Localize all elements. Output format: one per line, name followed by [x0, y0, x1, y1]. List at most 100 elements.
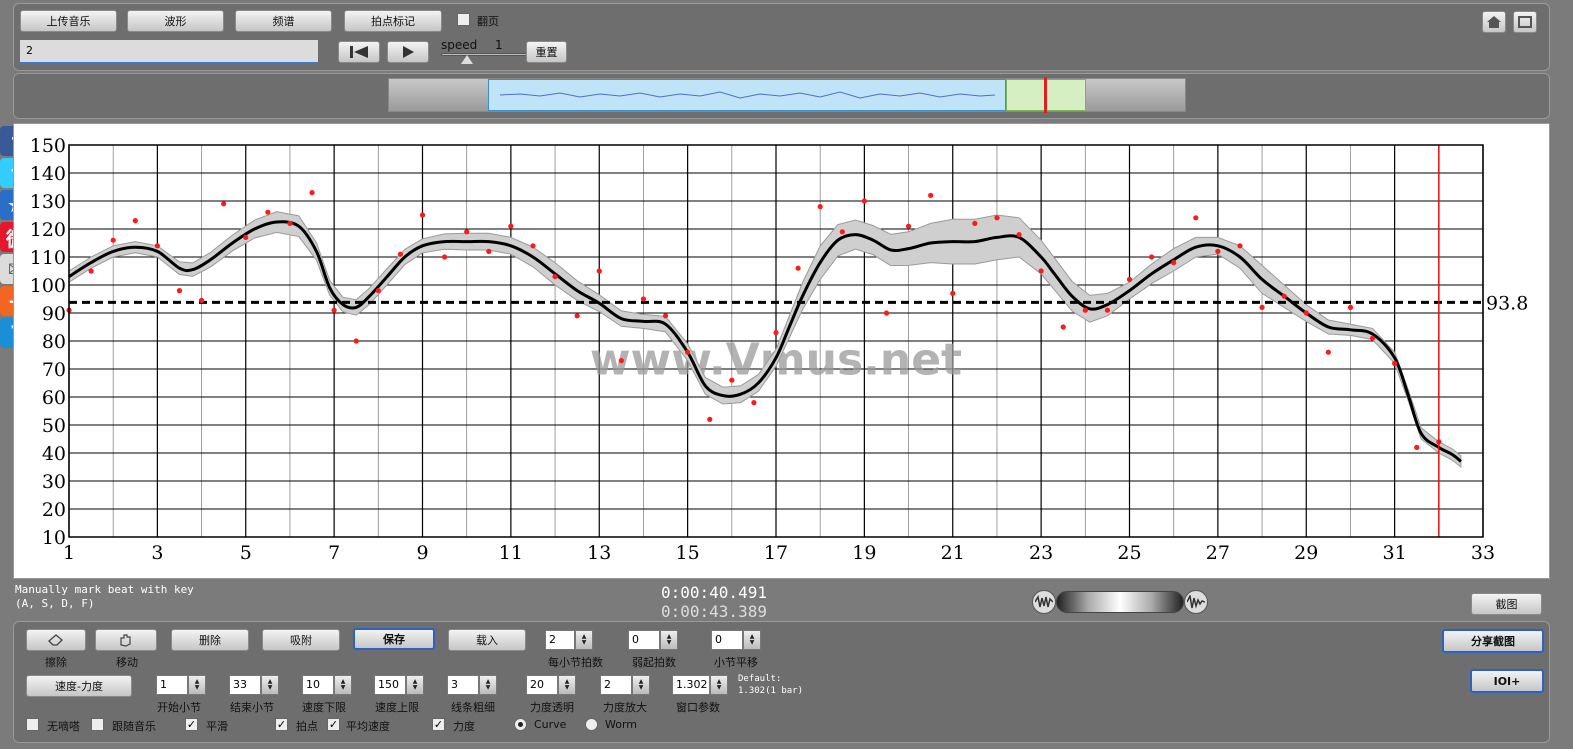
beat-point[interactable] [817, 204, 823, 210]
beat-point[interactable] [928, 192, 934, 198]
beat-point[interactable] [1325, 349, 1331, 355]
dynamics-scale-stepper[interactable]: 2 ▲ ▼ [600, 675, 650, 695]
beat-point[interactable] [1104, 307, 1111, 313]
beat-point[interactable] [839, 229, 845, 235]
beat-point[interactable] [154, 243, 160, 249]
beat-point[interactable] [1259, 304, 1265, 310]
beat-point[interactable] [198, 297, 205, 303]
home-button[interactable] [1482, 11, 1506, 33]
beat-point[interactable] [419, 212, 426, 218]
snap-button[interactable]: 吸附 [262, 629, 340, 651]
beat-point[interactable] [618, 358, 624, 364]
beat-point[interactable] [1369, 335, 1376, 341]
beats-per-bar-stepper[interactable]: 2 ▲ ▼ [545, 630, 593, 650]
beat-point[interactable] [508, 223, 514, 229]
beat-point[interactable] [397, 251, 404, 257]
reset-button[interactable]: 重置 [526, 41, 567, 63]
beat-point[interactable] [243, 234, 249, 240]
beat-point[interactable] [1060, 324, 1066, 330]
volume-slider[interactable] [1056, 591, 1184, 613]
beat-point[interactable] [905, 223, 912, 229]
speed-slider-thumb[interactable] [461, 55, 473, 64]
beat-point[interactable] [950, 290, 956, 296]
load-button[interactable]: 载入 [448, 629, 526, 651]
beat-point[interactable] [596, 268, 602, 274]
beat-point[interactable] [662, 313, 669, 319]
line-width-stepper[interactable]: 3 ▲ ▼ [447, 675, 497, 695]
beat-point[interactable] [552, 274, 558, 280]
upload-music-button[interactable]: 上传音乐 [20, 10, 117, 32]
delete-button[interactable]: 删除 [171, 629, 249, 651]
beat-point[interactable] [1038, 268, 1044, 274]
beat-point[interactable] [110, 237, 116, 243]
beat-point[interactable] [972, 220, 978, 226]
screenshot-button[interactable]: 截图 [1471, 593, 1542, 615]
pickup-beats-stepper[interactable]: 0 ▲ ▼ [628, 630, 678, 650]
beat-point[interactable] [265, 209, 271, 215]
beat-point[interactable] [1303, 310, 1309, 316]
skip-back-button[interactable] [338, 41, 380, 63]
beat-point[interactable] [486, 248, 492, 254]
beat-point[interactable] [574, 313, 580, 319]
beat-mark-button[interactable]: 拍点标记 [344, 10, 442, 32]
beat-point[interactable] [1281, 293, 1287, 299]
beat-point[interactable] [375, 288, 381, 294]
spectrum-button[interactable]: 频谱 [235, 10, 332, 32]
beat-point[interactable] [1215, 248, 1221, 254]
no-beep-checkbox[interactable] [26, 718, 39, 731]
beat-point[interactable] [751, 400, 757, 406]
beat-point[interactable] [309, 190, 315, 196]
beat-point[interactable] [1414, 444, 1420, 450]
beat-point[interactable] [1392, 360, 1398, 366]
beat-points-checkbox[interactable]: ✓ [275, 718, 288, 731]
tempo-min-stepper[interactable]: 10 ▲ ▼ [302, 675, 352, 695]
dynamics-checkbox[interactable]: ✓ [432, 718, 445, 731]
beat-point[interactable] [1126, 276, 1133, 282]
waveform-right-button[interactable] [1184, 590, 1208, 614]
waveform-button[interactable]: 波形 [127, 10, 224, 32]
beat-point[interactable] [640, 296, 647, 302]
beat-point[interactable] [773, 330, 779, 336]
smooth-checkbox[interactable]: ✓ [185, 718, 198, 731]
beat-point[interactable] [1171, 260, 1177, 266]
curve-radio[interactable] [514, 718, 527, 731]
beat-point[interactable] [132, 218, 138, 224]
beat-point[interactable] [1016, 232, 1022, 238]
beat-point[interactable] [1193, 215, 1199, 221]
beat-point[interactable] [883, 310, 890, 316]
ioi-plus-button[interactable]: IOI+ [1470, 669, 1544, 693]
beat-point[interactable] [861, 198, 867, 204]
beat-point[interactable] [685, 349, 691, 355]
beat-point[interactable] [1347, 304, 1354, 310]
overview-playhead[interactable] [1044, 77, 1047, 113]
worm-radio[interactable] [585, 718, 598, 731]
beat-point[interactable] [1082, 307, 1088, 313]
save-button[interactable]: 保存 [353, 628, 435, 650]
beat-point[interactable] [1237, 243, 1243, 249]
beat-point[interactable] [88, 268, 94, 274]
tempo-dynamics-button[interactable]: 速度-力度 [26, 675, 132, 697]
play-button[interactable] [387, 41, 429, 63]
end-bar-stepper[interactable]: 33 ▲ ▼ [229, 675, 279, 695]
beat-point[interactable] [441, 254, 448, 260]
beat-point[interactable] [530, 243, 536, 249]
erase-button[interactable] [26, 629, 86, 651]
beat-point[interactable] [707, 416, 713, 422]
fullscreen-button[interactable] [1513, 11, 1537, 33]
beat-point[interactable] [353, 338, 359, 344]
beat-point[interactable] [287, 220, 293, 226]
waveform-left-button[interactable] [1032, 590, 1056, 614]
beat-point[interactable] [1148, 254, 1155, 260]
move-button[interactable] [95, 629, 157, 651]
avg-tempo-checkbox[interactable]: ✓ [327, 718, 340, 731]
text-input[interactable]: 2 [20, 40, 318, 64]
share-screenshot-button[interactable]: 分享截图 [1442, 629, 1544, 653]
beat-point[interactable] [729, 377, 735, 383]
window-param-stepper[interactable]: 1.302 ▲ ▼ [672, 675, 728, 695]
start-bar-stepper[interactable]: 1 ▲ ▼ [156, 675, 206, 695]
bar-shift-stepper[interactable]: 0 ▲ ▼ [711, 630, 761, 650]
speed-slider[interactable] [441, 53, 531, 56]
beat-point[interactable] [176, 288, 183, 294]
beat-point[interactable] [795, 265, 801, 271]
beat-point[interactable] [221, 201, 227, 207]
